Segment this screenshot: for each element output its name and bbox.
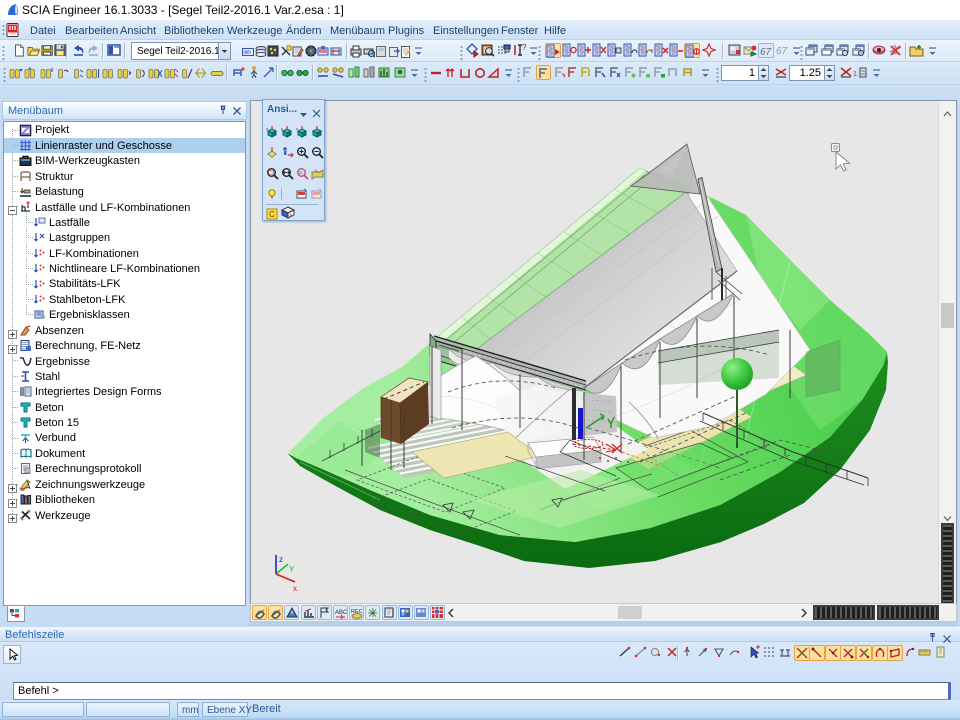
svg-text:R: R <box>299 171 303 177</box>
svg-text:67: 67 <box>776 46 788 57</box>
svg-text:mm: mm <box>244 49 252 56</box>
svg-text:y: y <box>281 126 283 131</box>
svg-text:Y: Y <box>289 565 295 574</box>
svg-text:z: z <box>296 126 298 131</box>
svg-text:x: x <box>266 126 268 131</box>
svg-text:?: ? <box>522 43 527 52</box>
svg-text:67: 67 <box>760 47 772 58</box>
svg-text:x: x <box>293 584 297 593</box>
svg-text:1.: 1. <box>853 71 859 78</box>
svg-text:z: z <box>279 555 283 564</box>
svg-text:C: C <box>269 210 275 219</box>
